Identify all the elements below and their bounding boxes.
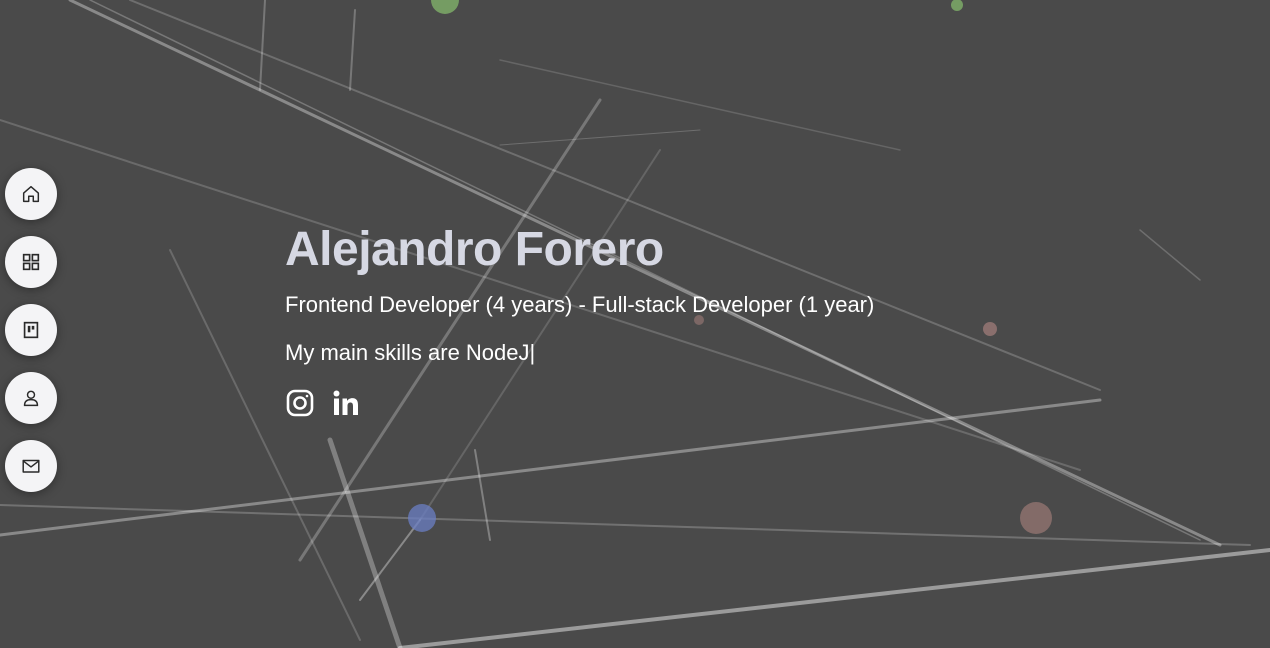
nav-home-button[interactable] (5, 168, 57, 220)
grid-icon (22, 253, 40, 271)
board-icon (23, 321, 39, 339)
user-icon (23, 390, 39, 407)
page: Alejandro Forero Frontend Developer (4 y… (0, 0, 1270, 648)
home-icon (22, 185, 40, 203)
instagram-link[interactable] (285, 388, 315, 418)
mail-icon (22, 459, 40, 473)
linkedin-link[interactable] (331, 388, 361, 418)
nav-contact-button[interactable] (5, 440, 57, 492)
social-links (285, 388, 874, 418)
nav-board-button[interactable] (5, 304, 57, 356)
hero-name: Alejandro Forero (285, 223, 664, 276)
hero-role: Frontend Developer (4 years) - Full-stac… (285, 292, 875, 317)
side-nav (5, 168, 57, 492)
linkedin-icon (333, 390, 358, 415)
hero-skills-typewriter: My main skills are NodeJ| (285, 340, 536, 365)
instagram-icon (286, 389, 314, 417)
nav-about-button[interactable] (5, 372, 57, 424)
nav-projects-button[interactable] (5, 236, 57, 288)
hero-section: Alejandro Forero Frontend Developer (4 y… (285, 222, 874, 418)
